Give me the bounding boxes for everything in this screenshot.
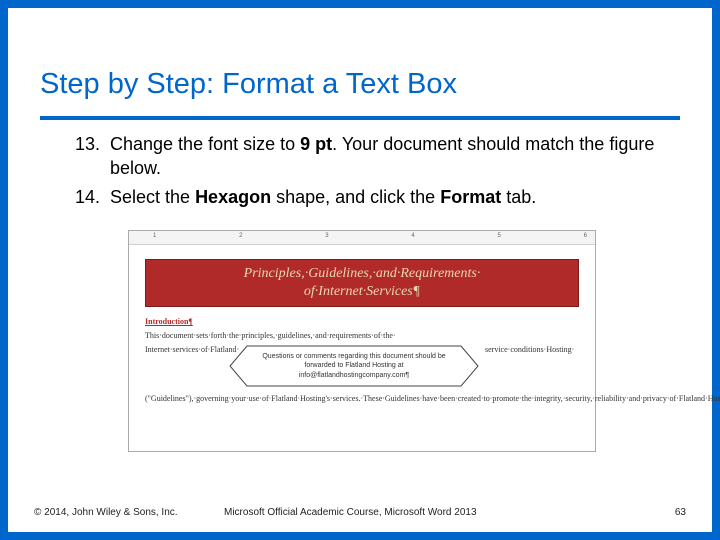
intro-paragraph: This·document·sets·forth·the·principles,… [145,331,579,342]
slide-title: Step by Step: Format a Text Box [40,68,457,101]
hexagon-text: Questions or comments regarding this doc… [229,352,479,379]
footer: © 2014, John Wiley & Sons, Inc. Microsof… [34,507,686,518]
body-paragraph: ("Guidelines"),·governing·your·use·of·Fl… [145,393,579,404]
step-text: Select the Hexagon shape, and click the … [110,185,672,209]
title-underline [40,116,680,120]
column-left: Internet·services·of·Flatland· [145,345,223,356]
hexagon-shape: Questions or comments regarding this doc… [229,345,479,387]
step-number: 13. [64,132,110,181]
column-right: service·conditions·Hosting· [485,345,579,356]
page-number: 63 [675,507,686,518]
step-text: Change the font size to 9 pt. Your docum… [110,132,672,181]
step-number: 14. [64,185,110,209]
title-banner: Principles,·Guidelines,·and·Requirements… [145,259,579,307]
columns-row: Internet·services·of·Flatland· Questions… [145,345,579,389]
step-14: 14. Select the Hexagon shape, and click … [64,185,672,209]
ruler: 1 2 3 4 5 6 [129,231,595,245]
course-text: Microsoft Official Academic Course, Micr… [224,507,675,518]
ruler-ticks: 1 2 3 4 5 6 [153,233,587,243]
step-13: 13. Change the font size to 9 pt. Your d… [64,132,672,181]
slide: Step by Step: Format a Text Box 13. Chan… [8,8,712,532]
content-area: 13. Change the font size to 9 pt. Your d… [64,132,672,213]
banner-text: Principles,·Guidelines,·and·Requirements… [244,265,481,301]
intro-heading: Introduction¶ [145,317,193,326]
document-figure: 1 2 3 4 5 6 Principles,·Guidelines,·and·… [128,230,596,452]
copyright-text: © 2014, John Wiley & Sons, Inc. [34,507,224,518]
